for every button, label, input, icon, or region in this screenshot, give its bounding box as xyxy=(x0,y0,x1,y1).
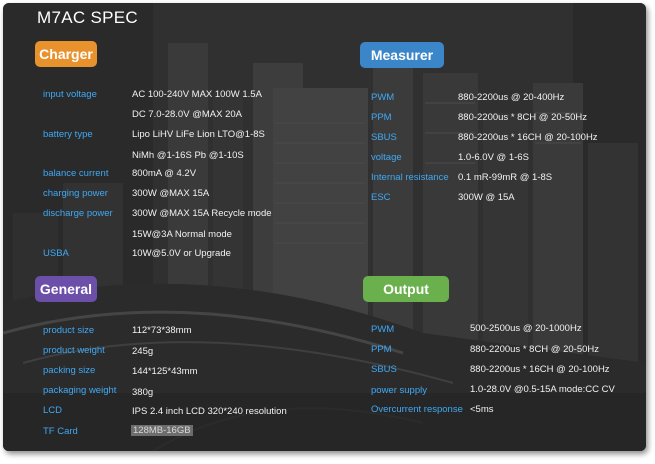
output-value: 880-2200us * 16CH @ 20-100Hz xyxy=(470,364,610,375)
general-label: LCD xyxy=(43,405,63,416)
measurer-value: 880-2200us @ 20-400Hz xyxy=(458,92,565,103)
charger-value: 15W@3A Normal mode xyxy=(132,229,232,240)
charger-value: 300W @MAX 15A Recycle mode xyxy=(132,208,272,219)
output-heading: Output xyxy=(363,276,449,302)
charger-label: battery type xyxy=(43,129,93,140)
charger-label: discharge power xyxy=(43,208,113,219)
charger-value: NiMh @1-16S Pb @1-10S xyxy=(132,150,244,161)
charger-value: 300W @MAX 15A xyxy=(132,188,210,199)
charger-value: 10W@5.0V or Upgrade xyxy=(132,248,231,259)
tf-card-value: 128MB-16GB xyxy=(131,425,193,436)
measurer-label: SBUS xyxy=(371,132,397,143)
general-label: product weight xyxy=(43,345,105,356)
general-value: 112*73*38mm xyxy=(132,325,192,336)
spec-panel: M7AC SPEC Charger input voltage AC 100-2… xyxy=(3,3,646,451)
output-value: <5ms xyxy=(470,404,494,415)
charger-value: 800mA @ 4.2V xyxy=(132,168,197,179)
measurer-label: PPM xyxy=(371,112,392,123)
charger-value: DC 7.0-28.0V @MAX 20A xyxy=(132,109,242,120)
charger-label: charging power xyxy=(43,188,108,199)
charger-heading: Charger xyxy=(35,41,97,67)
measurer-value: 880-2200us * 16CH @ 20-100Hz xyxy=(458,132,598,143)
general-label: packing size xyxy=(43,365,96,376)
measurer-label: ESC xyxy=(371,192,391,203)
measurer-label: Internal resistance xyxy=(371,172,449,183)
charger-value: AC 100-240V MAX 100W 1.5A xyxy=(132,89,262,100)
output-label: SBUS xyxy=(371,364,397,375)
charger-label: input voltage xyxy=(43,89,97,100)
charger-label: balance current xyxy=(43,168,109,179)
general-label: packaging weight xyxy=(43,385,117,396)
output-label: PWM xyxy=(371,324,395,335)
measurer-value: 0.1 mR-99mR @ 1-8S xyxy=(458,172,553,183)
measurer-label: voltage xyxy=(371,152,402,163)
measurer-value: 1.0-6.0V @ 1-6S xyxy=(458,152,529,163)
general-value: 245g xyxy=(132,346,154,357)
charger-label: USBA xyxy=(43,248,69,259)
output-value: 500-2500us @ 20-1000Hz xyxy=(470,323,582,334)
charger-value: Lipo LiHV LiFe Lion LTO@1-8S xyxy=(132,129,265,140)
output-label: PPM xyxy=(371,344,392,355)
page-title: M7AC SPEC xyxy=(37,8,138,27)
output-label: Overcurrent response xyxy=(371,404,463,415)
general-value: 380g xyxy=(132,387,154,398)
general-label: TF Card xyxy=(43,426,78,437)
output-value: 880-2200us * 8CH @ 20-50Hz xyxy=(470,344,599,355)
measurer-value: 880-2200us * 8CH @ 20-50Hz xyxy=(458,112,587,123)
output-label: power supply xyxy=(371,385,427,396)
measurer-label: PWM xyxy=(371,92,395,103)
general-value: IPS 2.4 inch LCD 320*240 resolution xyxy=(132,406,287,417)
general-label: product size xyxy=(43,325,95,336)
general-value: 144*125*43mm xyxy=(132,366,198,377)
output-value: 1.0-28.0V @0.5-15A mode:CC CV xyxy=(470,384,615,395)
measurer-value: 300W @ 15A xyxy=(458,192,515,203)
general-heading: General xyxy=(35,276,97,302)
measurer-heading: Measurer xyxy=(360,42,444,68)
